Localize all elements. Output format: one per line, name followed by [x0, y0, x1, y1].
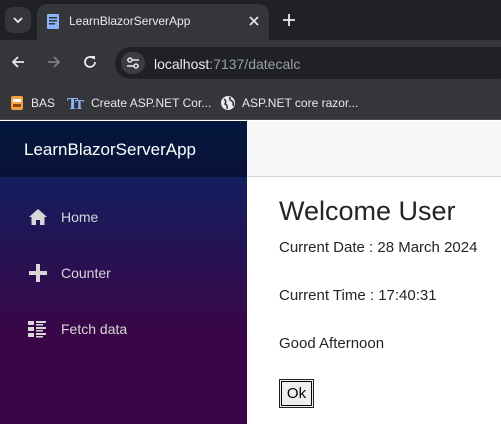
list-icon: [28, 321, 46, 338]
plus-icon: [283, 14, 295, 26]
url-host: localhost: [154, 56, 210, 72]
url-text[interactable]: localhost:7137/datecalc: [154, 56, 300, 72]
globe-icon: [221, 96, 235, 110]
sidebar-item-label: Fetch data: [61, 321, 128, 337]
sidebar-item-counter[interactable]: Counter: [0, 253, 247, 293]
bookmark-aspnet-razor[interactable]: ASP.NET core razor...: [220, 94, 358, 112]
home-icon: [29, 209, 47, 225]
sidebar-item-label: Home: [61, 209, 99, 225]
tab-title: LearnBlazorServerApp: [69, 14, 191, 28]
brand-bar: LearnBlazorServerApp: [0, 121, 247, 177]
reload-button[interactable]: [78, 50, 102, 74]
top-row: [247, 121, 501, 177]
bookmark-bas[interactable]: BAS: [9, 94, 55, 112]
tt-favicon-icon: TT: [67, 95, 84, 111]
bookmark-label: ASP.NET core razor...: [242, 96, 359, 110]
url-path: :7137/datecalc: [209, 56, 301, 72]
bookmark-create-aspnet[interactable]: TT Create ASP.NET Cor...: [67, 94, 211, 112]
back-button[interactable]: [6, 50, 30, 74]
plus-icon: [29, 264, 47, 282]
tab-search-button[interactable]: [5, 7, 31, 33]
bookmark-label: BAS: [31, 96, 56, 110]
bookmark-label: Create ASP.NET Cor...: [91, 96, 212, 110]
close-icon: [249, 16, 259, 26]
app-brand[interactable]: LearnBlazorServerApp: [24, 140, 196, 160]
sidebar-item-fetch-data[interactable]: Fetch data: [0, 309, 247, 349]
forward-button[interactable]: [42, 50, 66, 74]
sidebar: LearnBlazorServerApp Home Counter Fetch …: [0, 121, 247, 424]
arrow-left-icon: [11, 56, 24, 68]
browser-tab-active[interactable]: LearnBlazorServerApp: [37, 4, 269, 40]
reload-icon: [84, 56, 96, 68]
main-content: Welcome User Current Date : 28 March 202…: [247, 121, 501, 424]
page-title: Welcome User: [279, 196, 456, 226]
greeting-text: Good Afternoon: [279, 335, 385, 352]
tab-close-button[interactable]: [243, 10, 265, 32]
sidebar-item-label: Counter: [61, 265, 111, 281]
arrow-right-icon: [48, 56, 61, 68]
ok-button[interactable]: Ok: [279, 379, 314, 408]
site-info-button[interactable]: [121, 52, 145, 74]
bas-favicon-icon: [11, 96, 23, 110]
svg-text:T: T: [75, 98, 84, 111]
document-icon: [47, 14, 59, 29]
current-date-text: Current Date : 28 March 2024: [279, 239, 478, 256]
sidebar-item-home[interactable]: Home: [0, 197, 247, 237]
tune-icon: [127, 57, 139, 69]
browser-tabstrip: LearnBlazorServerApp: [0, 0, 501, 40]
chevron-down-icon: [13, 17, 23, 24]
new-tab-button[interactable]: [277, 8, 301, 32]
current-time-text: Current Time : 17:40:31: [279, 287, 437, 304]
